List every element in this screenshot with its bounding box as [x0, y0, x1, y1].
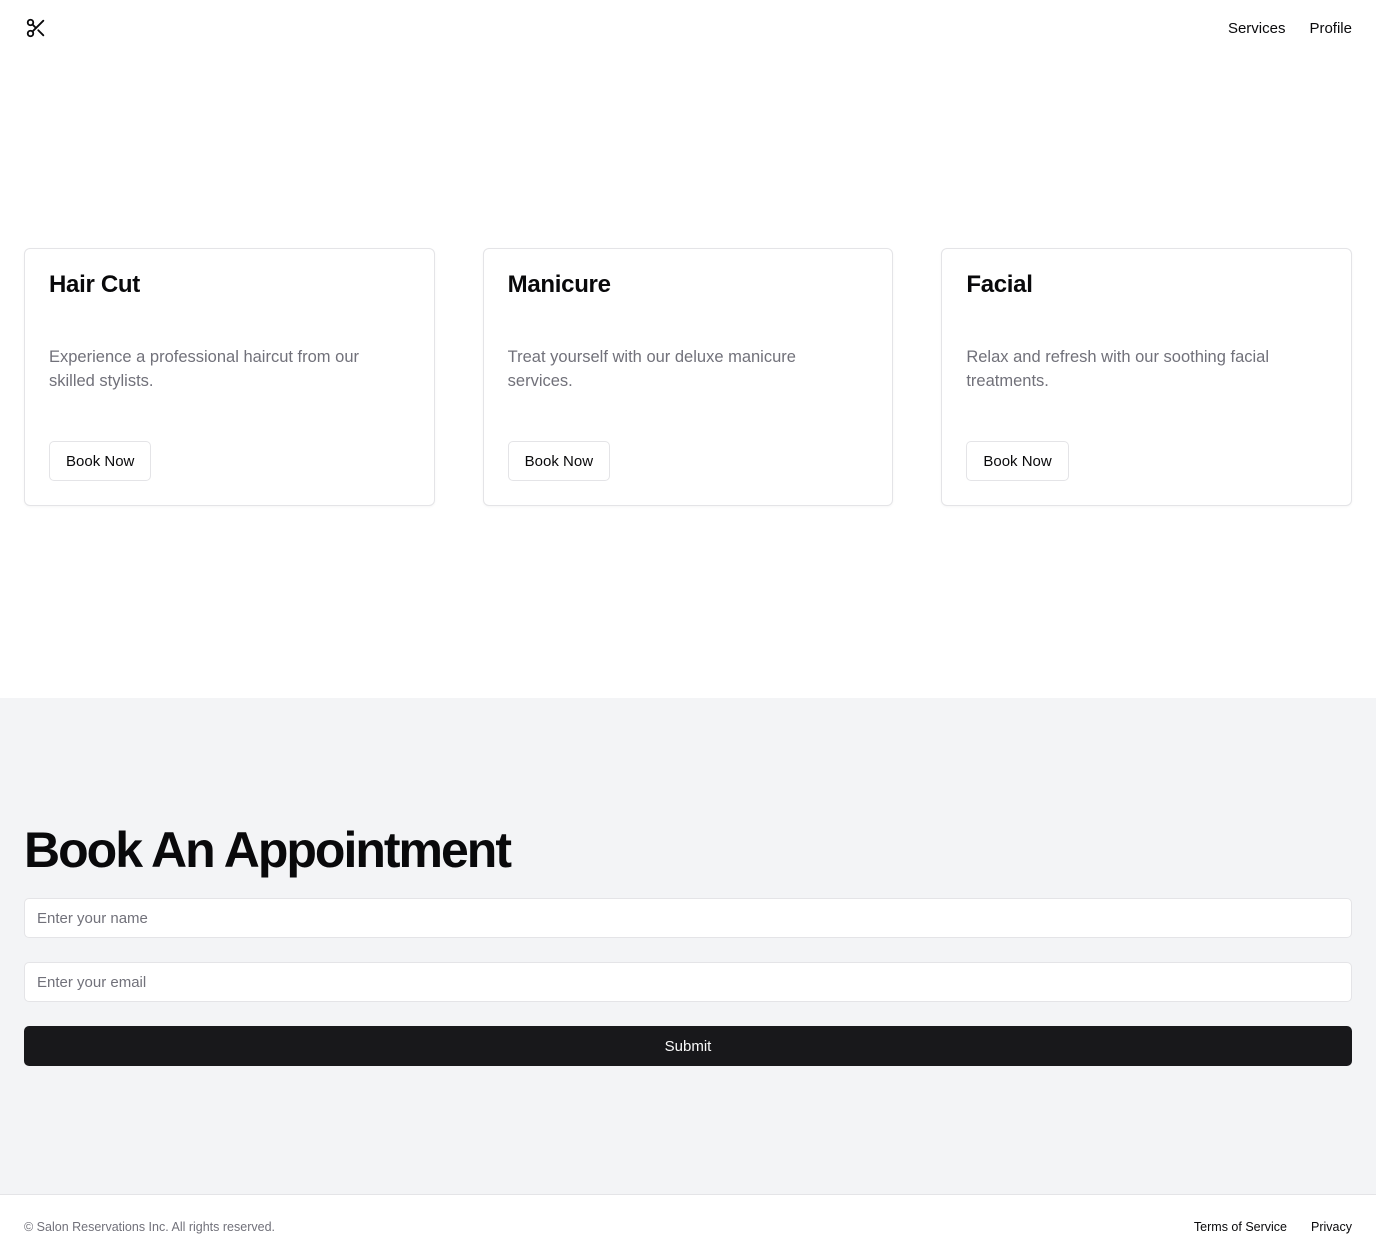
book-now-button[interactable]: Book Now	[49, 441, 152, 481]
main-nav: Services Profile	[1228, 20, 1352, 37]
book-now-button[interactable]: Book Now	[507, 441, 611, 481]
footer-links: Terms of Service Privacy	[1194, 1220, 1352, 1234]
nav-link-services[interactable]: Services	[1228, 20, 1286, 37]
service-cards: Hair Cut Experience a professional hairc…	[24, 248, 1353, 506]
name-input[interactable]	[24, 898, 1352, 938]
service-card-facial: Facial Relax and refresh with our soothi…	[941, 248, 1353, 506]
site-footer: © Salon Reservations Inc. All rights res…	[0, 1194, 1376, 1259]
book-now-button[interactable]: Book Now	[966, 441, 1069, 481]
footer-link-privacy[interactable]: Privacy	[1311, 1220, 1352, 1234]
nav-link-profile[interactable]: Profile	[1309, 20, 1352, 37]
submit-button[interactable]: Submit	[24, 1026, 1352, 1066]
scissors-icon[interactable]	[24, 16, 48, 40]
service-description: Relax and refresh with our soothing faci…	[966, 348, 1270, 390]
service-description: Treat yourself with our deluxe manicure …	[507, 348, 796, 390]
booking-section: Book An Appointment Submit	[0, 698, 1376, 1194]
copyright-text: © Salon Reservations Inc. All rights res…	[24, 1220, 275, 1234]
service-title: Facial	[966, 271, 1033, 298]
services-section: Hair Cut Experience a professional hairc…	[0, 56, 1376, 698]
service-card-manicure: Manicure Treat yourself with our deluxe …	[482, 248, 894, 506]
booking-title: Book An Appointment	[24, 822, 512, 878]
service-description: Experience a professional haircut from o…	[49, 348, 359, 390]
service-title: Hair Cut	[49, 271, 140, 298]
service-card-hair-cut: Hair Cut Experience a professional hairc…	[24, 248, 435, 506]
site-header: Services Profile	[0, 0, 1376, 56]
service-title: Manicure	[507, 271, 611, 298]
email-input[interactable]	[24, 962, 1352, 1002]
footer-link-terms[interactable]: Terms of Service	[1194, 1220, 1287, 1234]
